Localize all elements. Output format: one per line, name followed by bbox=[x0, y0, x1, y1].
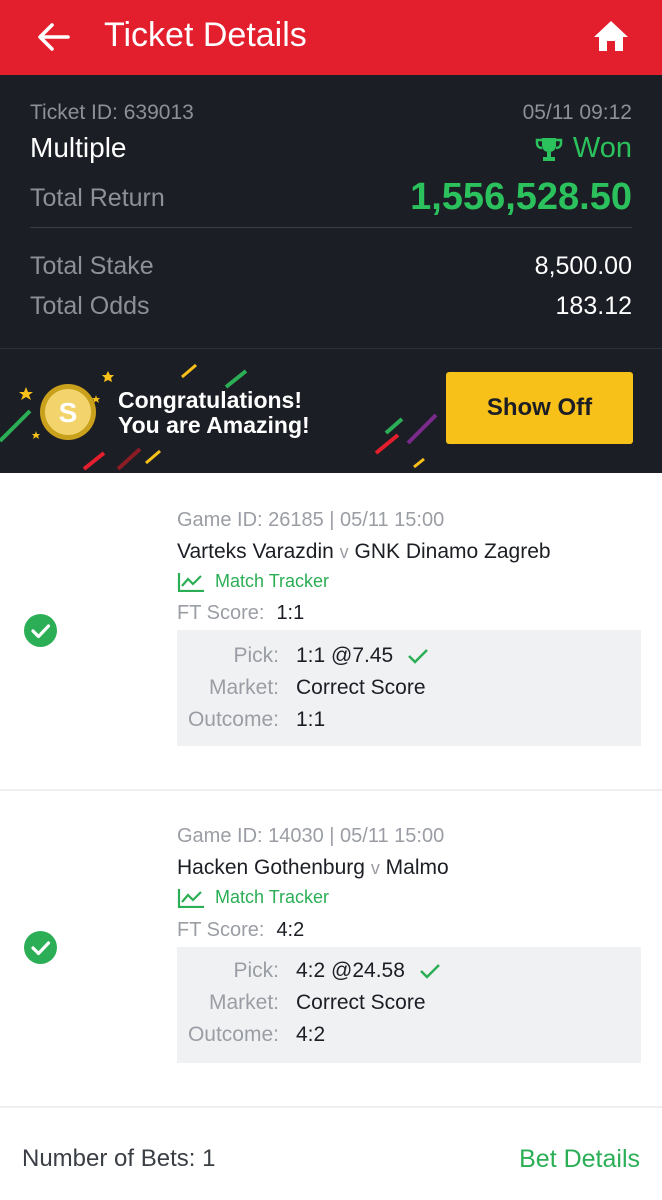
pick-details: Pick: 4:2 @24.58 Market: Correct Score O… bbox=[177, 947, 641, 1063]
congrats-line-2: You are Amazing! bbox=[118, 412, 310, 438]
home-icon bbox=[594, 21, 628, 51]
game-meta: Game ID: 14030 | 05/11 15:00 bbox=[177, 825, 445, 847]
bet-type: Multiple bbox=[30, 132, 127, 163]
away-team: GNK Dinamo Zagreb bbox=[354, 540, 551, 563]
outcome-label: Outcome: bbox=[187, 1023, 279, 1046]
ticket-datetime: 05/11 09:12 bbox=[522, 101, 632, 124]
market-row: Market: Correct Score bbox=[177, 991, 641, 1021]
total-return-value: 1,556,528.50 bbox=[410, 176, 632, 218]
congrats-message: Congratulations! You are Amazing! bbox=[118, 388, 310, 438]
check-circle-icon bbox=[24, 614, 57, 647]
back-button[interactable] bbox=[30, 14, 76, 60]
ticket-summary: Ticket ID: 639013 05/11 09:12 Multiple W… bbox=[0, 75, 662, 348]
svg-text:S: S bbox=[59, 397, 78, 428]
pick-value: 4:2 @24.58 bbox=[296, 959, 405, 982]
home-team: Hacken Gothenburg bbox=[177, 856, 365, 879]
pick-label: Pick: bbox=[233, 644, 279, 667]
status-text: Won bbox=[572, 132, 632, 164]
ft-score: FT Score: 1:1 bbox=[177, 602, 304, 625]
outcome-row: Outcome: 1:1 bbox=[177, 708, 641, 738]
versus-separator: v bbox=[370, 858, 380, 878]
match-tracker-link[interactable]: Match Tracker bbox=[177, 887, 329, 908]
total-odds-value: 183.12 bbox=[555, 292, 632, 320]
status-badge: Won bbox=[535, 132, 632, 165]
ft-score: FT Score: 4:2 bbox=[177, 919, 304, 942]
bet-details-link[interactable]: Bet Details bbox=[519, 1145, 640, 1174]
arrow-left-icon bbox=[38, 23, 70, 51]
trophy-icon bbox=[535, 137, 563, 161]
versus-separator: v bbox=[339, 542, 349, 562]
bets-count: Number of Bets: 1 bbox=[22, 1145, 216, 1172]
ft-score-label: FT Score: bbox=[177, 919, 265, 941]
chart-line-icon bbox=[177, 888, 204, 908]
match-tracker-label: Match Tracker bbox=[215, 571, 330, 591]
outcome-value: 1:1 bbox=[296, 708, 326, 731]
market-label: Market: bbox=[208, 991, 279, 1014]
home-team: Varteks Varazdin bbox=[177, 540, 334, 563]
pick-label: Pick: bbox=[233, 959, 279, 982]
pick-value-group: 1:1 @7.45 bbox=[296, 644, 429, 668]
away-team: Malmo bbox=[385, 856, 449, 879]
coin-icon: S bbox=[40, 384, 96, 440]
outcome-label: Outcome: bbox=[187, 708, 279, 731]
match-teams: Hacken Gothenburg v Malmo bbox=[177, 856, 449, 880]
congrats-banner: S Congratulations! You are Amazing! Show… bbox=[0, 348, 662, 473]
pick-details: Pick: 1:1 @7.45 Market: Correct Score Ou… bbox=[177, 630, 641, 746]
outcome-value: 4:2 bbox=[296, 1023, 326, 1046]
ft-score-value: 1:1 bbox=[276, 602, 305, 624]
bet-card: Game ID: 26185 | 05/11 15:00 Varteks Var… bbox=[0, 473, 662, 789]
market-label: Market: bbox=[208, 676, 279, 699]
congrats-line-1: Congratulations! bbox=[118, 387, 302, 413]
match-tracker-label: Match Tracker bbox=[215, 887, 330, 907]
show-off-button[interactable]: Show Off bbox=[446, 372, 633, 444]
match-teams: Varteks Varazdin v GNK Dinamo Zagreb bbox=[177, 540, 551, 564]
pick-row: Pick: 1:1 @7.45 bbox=[177, 644, 641, 674]
total-odds-label: Total Odds bbox=[30, 292, 150, 320]
market-row: Market: Correct Score bbox=[177, 676, 641, 706]
pick-value: 1:1 @7.45 bbox=[296, 644, 394, 667]
total-stake-label: Total Stake bbox=[30, 252, 154, 280]
summary-divider bbox=[30, 227, 632, 228]
market-value: Correct Score bbox=[296, 991, 426, 1014]
page-title: Ticket Details bbox=[104, 16, 307, 54]
total-return-label: Total Return bbox=[30, 184, 165, 212]
ticket-footer: Number of Bets: 1 Bet Details bbox=[0, 1108, 662, 1200]
check-circle-icon bbox=[24, 931, 57, 964]
bet-card: Game ID: 14030 | 05/11 15:00 Hacken Goth… bbox=[0, 791, 662, 1106]
chart-line-icon bbox=[177, 572, 204, 592]
match-tracker-link[interactable]: Match Tracker bbox=[177, 571, 329, 592]
pick-value-group: 4:2 @24.58 bbox=[296, 959, 441, 983]
ticket-id: Ticket ID: 639013 bbox=[30, 101, 194, 124]
checkmark-icon bbox=[408, 649, 429, 664]
total-stake-value: 8,500.00 bbox=[534, 252, 632, 280]
market-value: Correct Score bbox=[296, 676, 426, 699]
home-button[interactable] bbox=[586, 12, 636, 60]
checkmark-icon bbox=[420, 964, 440, 979]
pick-row: Pick: 4:2 @24.58 bbox=[177, 959, 641, 989]
ft-score-label: FT Score: bbox=[177, 602, 265, 624]
outcome-row: Outcome: 4:2 bbox=[177, 1023, 641, 1053]
app-header: Ticket Details bbox=[0, 0, 662, 75]
game-meta: Game ID: 26185 | 05/11 15:00 bbox=[177, 509, 445, 531]
ft-score-value: 4:2 bbox=[276, 919, 305, 941]
